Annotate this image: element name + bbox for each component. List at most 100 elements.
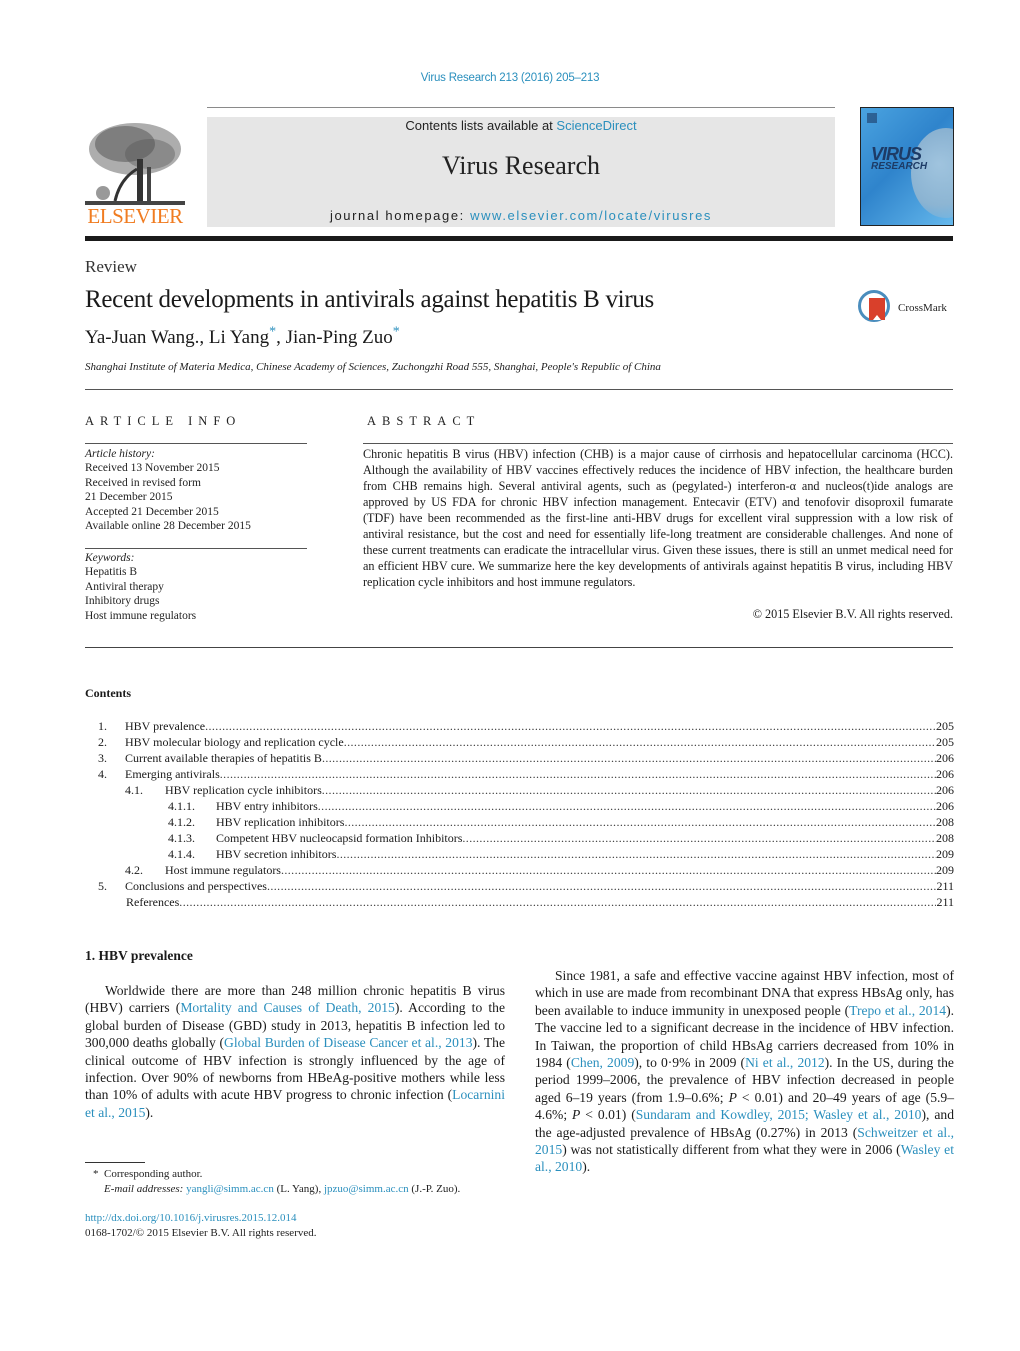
keyword: Hepatitis B <box>85 566 138 579</box>
toc-entry[interactable]: 4.1.4. HBV secretion inhibitors 209 <box>85 846 954 862</box>
email-link-yang[interactable]: yangli@simm.ac.cn <box>186 1183 274 1195</box>
paragraph: Since 1981, a safe and effective vaccine… <box>535 968 955 1175</box>
elsevier-logo[interactable]: ELSEVIER <box>85 117 185 229</box>
doi-link[interactable]: http://dx.doi.org/10.1016/j.virusres.201… <box>85 1212 297 1224</box>
table-of-contents: 1. HBV prevalence 205 2. HBV molecular biolo… <box>85 718 954 910</box>
toc-page-number[interactable]: 208 <box>936 830 954 846</box>
citation-link[interactable]: Ni et al., 2012 <box>745 1055 825 1070</box>
toc-entry[interactable]: 4.1. HBV replication cycle inhibitors 206 <box>85 782 954 798</box>
article-title: Recent developments in antivirals agains… <box>85 286 654 313</box>
toc-page-number[interactable]: 206 <box>936 798 954 814</box>
footnote: * Corresponding author. E-mail addresses… <box>93 1167 460 1197</box>
toc-number: 4.1.2. <box>168 815 195 829</box>
journal-banner: Contents lists available at ScienceDirec… <box>207 117 835 227</box>
abstract-heading: ABSTRACT <box>367 414 481 428</box>
citation-link[interactable]: Schweitzer et al., 2015 <box>535 1125 954 1157</box>
citation-link[interactable]: Wasley et al., 2010 <box>535 1142 954 1174</box>
toc-entry[interactable]: 1. HBV prevalence 205 <box>85 718 954 734</box>
article-info-heading: ARTICLE INFO <box>85 414 242 428</box>
author-name[interactable]: Ya-Juan Wang. <box>85 327 199 348</box>
toc-entry[interactable]: 4.1.2. HBV replication inhibitors 208 <box>85 814 954 830</box>
toc-page-number[interactable]: 205 <box>936 718 954 734</box>
toc-page-number[interactable]: 205 <box>936 734 954 750</box>
toc-entry[interactable]: References 211 <box>85 894 954 910</box>
keyword: Host immune regulators <box>85 609 197 622</box>
toc-page-number[interactable]: 208 <box>936 814 954 830</box>
toc-label[interactable]: Competent HBV nucleocapsid formation Inh… <box>216 830 462 846</box>
cover-publisher-mark <box>867 113 877 123</box>
corresponding-author-marker[interactable]: * <box>393 325 400 340</box>
citation-link[interactable]: Trepo et al., 2014 <box>849 1003 946 1018</box>
body-column-right: Since 1981, a safe and effective vaccine… <box>535 967 954 1176</box>
journal-cover-image[interactable]: VIRUS RESEARCH <box>860 107 954 226</box>
toc-leader-dots <box>318 798 936 814</box>
author-name[interactable]: Jian-Ping Zuo <box>286 327 393 348</box>
toc-label[interactable]: HBV replication cycle inhibitors <box>165 782 322 798</box>
toc-entry[interactable]: 4.2. Host immune regulators 209 <box>85 862 954 878</box>
toc-entry[interactable]: 3. Current available therapies of hepatit… <box>85 750 954 766</box>
history-entry: Available online 28 December 2015 <box>85 520 251 533</box>
toc-label[interactable]: Host immune regulators <box>165 862 281 878</box>
body-column-left: Worldwide there are more than 248 millio… <box>85 982 505 1121</box>
toc-label[interactable]: HBV entry inhibitors <box>216 798 318 814</box>
toc-label[interactable]: References <box>126 894 179 910</box>
toc-label[interactable]: HBV secretion inhibitors <box>216 846 336 862</box>
article-history: Article history: Received 13 November 20… <box>85 447 251 533</box>
toc-page-number[interactable]: 211 <box>936 894 954 910</box>
issn-copyright: 0168-1702/© 2015 Elsevier B.V. All right… <box>85 1227 317 1239</box>
toc-number: 1. <box>98 719 107 733</box>
toc-number: 4.2. <box>125 863 143 877</box>
toc-label[interactable]: HBV molecular biology and replication cy… <box>125 734 344 750</box>
toc-page-number[interactable]: 209 <box>936 862 954 878</box>
crossmark-badge[interactable]: CrossMark <box>858 290 958 330</box>
toc-entry[interactable]: 2. HBV molecular biology and replication … <box>85 734 954 750</box>
contents-heading: Contents <box>85 686 132 700</box>
author-name[interactable]: Li Yang <box>209 327 269 348</box>
toc-number: 4.1.4. <box>168 847 195 861</box>
toc-label[interactable]: HBV prevalence <box>125 718 205 734</box>
citation-link[interactable]: Mortality and Causes of Death, 2015 <box>180 1000 395 1015</box>
keywords: Keywords: Hepatitis B Antiviral therapy In… <box>85 551 196 623</box>
toc-leader-dots <box>179 894 936 910</box>
contents-available-line: Contents lists available at ScienceDirec… <box>405 118 637 133</box>
toc-page-number[interactable]: 211 <box>936 878 954 894</box>
citation-link[interactable]: Global Burden of Disease Cancer et al., … <box>224 1035 472 1050</box>
email-link-zuo[interactable]: jpzuo@simm.ac.cn <box>324 1183 409 1195</box>
toc-number: 2. <box>98 735 107 749</box>
toc-entry[interactable]: 5. Conclusions and perspectives 211 <box>85 878 954 894</box>
toc-number: 4.1.3. <box>168 831 195 845</box>
cover-subtitle: RESEARCH <box>871 161 928 172</box>
keywords-label: Keywords: <box>85 552 135 564</box>
sciencedirect-link[interactable]: ScienceDirect <box>556 118 636 133</box>
toc-page-number[interactable]: 206 <box>936 750 954 766</box>
toc-number: 5. <box>98 879 107 893</box>
toc-number: 4. <box>98 767 107 781</box>
italic-text: P <box>572 1107 581 1123</box>
author-list: Ya-Juan Wang., Li Yang*, Jian-Ping Zuo* <box>85 325 400 349</box>
elsevier-wordmark: ELSEVIER <box>87 204 183 228</box>
author-separator: , <box>276 327 286 348</box>
toc-label[interactable]: Conclusions and perspectives <box>125 878 267 894</box>
affiliation: Shanghai Institute of Materia Medica, Ch… <box>85 361 661 373</box>
toc-number: 4.1.1. <box>168 799 195 813</box>
journal-reference[interactable]: Virus Research 213 (2016) 205–213 <box>0 72 1020 84</box>
toc-entry[interactable]: 4.1.1. HBV entry inhibitors 206 <box>85 798 954 814</box>
journal-homepage-link[interactable]: www.elsevier.com/locate/virusres <box>470 208 712 223</box>
cover-virus-graphic <box>911 128 953 218</box>
doi-block: http://dx.doi.org/10.1016/j.virusres.201… <box>85 1211 317 1241</box>
toc-label[interactable]: HBV replication inhibitors <box>216 814 344 830</box>
keyword: Inhibitory drugs <box>85 595 160 608</box>
journal-homepage-line: journal homepage: www.elsevier.com/locat… <box>329 208 713 223</box>
toc-label[interactable]: Emerging antivirals <box>125 766 220 782</box>
toc-label[interactable]: Current available therapies of hepatitis… <box>125 750 322 766</box>
toc-page-number[interactable]: 206 <box>936 766 954 782</box>
toc-page-number[interactable]: 209 <box>936 846 954 862</box>
citation-link[interactable]: Locarnini et al., 2015 <box>85 1087 505 1119</box>
citation-link[interactable]: Sundaram and Kowdley, 2015; Wasley et al… <box>636 1107 922 1122</box>
toc-entry[interactable]: 4. Emerging antivirals 206 <box>85 766 954 782</box>
citation-link[interactable]: Chen, 2009 <box>571 1055 634 1070</box>
toc-leader-dots <box>322 750 936 766</box>
toc-entry[interactable]: 4.1.3. Competent HBV nucleocapsid formati… <box>85 830 954 846</box>
toc-page-number[interactable]: 206 <box>936 782 954 798</box>
history-entry: 21 December 2015 <box>85 491 173 504</box>
